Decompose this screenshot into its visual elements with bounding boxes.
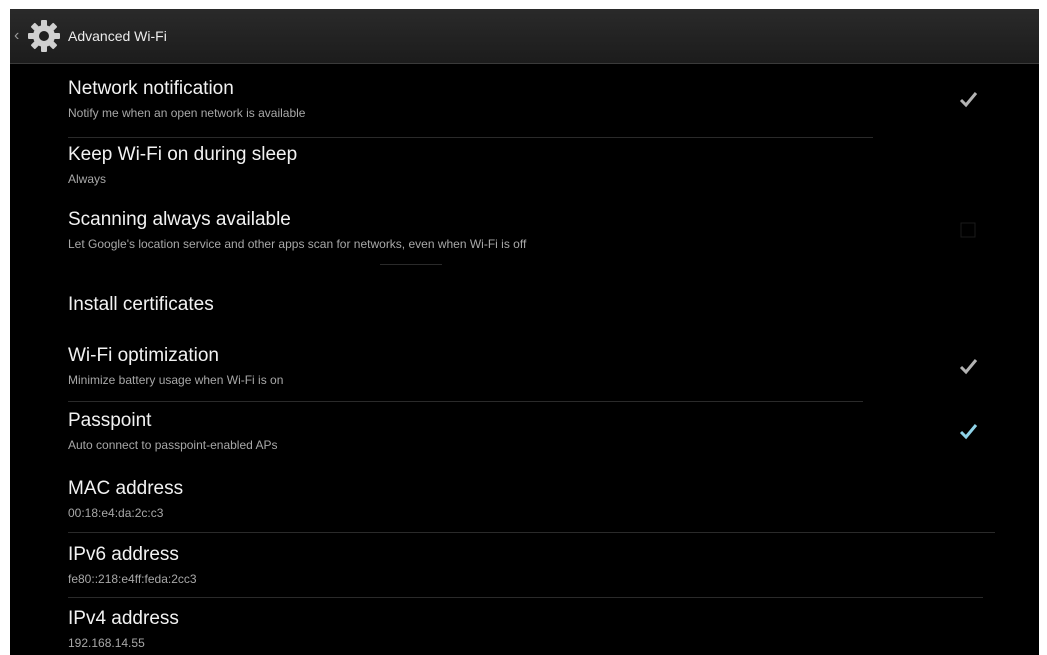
pref-scanning-always-available[interactable]: Scanning always available Let Google's l… bbox=[68, 205, 1039, 267]
pref-title: MAC address bbox=[68, 478, 184, 499]
divider bbox=[68, 597, 983, 598]
pref-ipv4-address: IPv4 address 192.168.14.55 bbox=[68, 604, 1039, 655]
pref-title: Passpoint bbox=[68, 410, 152, 431]
pref-summary: Always bbox=[68, 172, 107, 186]
pref-install-certificates[interactable]: Install certificates bbox=[68, 276, 1039, 338]
divider bbox=[68, 532, 995, 533]
pref-mac-address: MAC address 00:18:e4:da:2c:c3 bbox=[68, 474, 1039, 536]
pref-ipv6-address: IPv6 address fe80::218:e4ff:feda:2cc3 bbox=[68, 540, 1039, 602]
pref-title: Wi-Fi optimization bbox=[68, 345, 219, 366]
pref-summary: fe80::218:e4ff:feda:2cc3 bbox=[68, 572, 197, 586]
pref-network-notification[interactable]: Network notification Notify me when an o… bbox=[68, 74, 1039, 136]
divider bbox=[68, 401, 863, 402]
pref-summary: Minimize battery usage when Wi-Fi is on bbox=[68, 373, 284, 387]
pref-title: Keep Wi-Fi on during sleep bbox=[68, 144, 298, 165]
checkbox-checked-icon[interactable] bbox=[957, 420, 979, 442]
pref-keep-wifi-on[interactable]: Keep Wi-Fi on during sleep Always bbox=[68, 140, 1039, 202]
pref-summary: 00:18:e4:da:2c:c3 bbox=[68, 506, 164, 520]
pref-summary: 192.168.14.55 bbox=[68, 636, 145, 650]
pref-title: IPv6 address bbox=[68, 544, 179, 565]
settings-screen: ‹ Advanced Wi-Fi Network notification No… bbox=[10, 9, 1039, 655]
pref-title: Install certificates bbox=[68, 294, 214, 315]
pref-passpoint[interactable]: Passpoint Auto connect to passpoint-enab… bbox=[68, 406, 1039, 468]
pref-title: Network notification bbox=[68, 78, 234, 99]
divider bbox=[68, 137, 873, 138]
divider bbox=[380, 264, 442, 265]
checkbox-unchecked-icon[interactable] bbox=[957, 219, 979, 241]
pref-title: Scanning always available bbox=[68, 209, 291, 230]
gear-icon[interactable] bbox=[26, 18, 62, 54]
pref-title: IPv4 address bbox=[68, 608, 179, 629]
pref-wifi-optimization[interactable]: Wi-Fi optimization Minimize battery usag… bbox=[68, 341, 1039, 403]
page-title: Advanced Wi-Fi bbox=[68, 28, 167, 44]
action-bar: ‹ Advanced Wi-Fi bbox=[10, 9, 1039, 64]
pref-summary: Let Google's location service and other … bbox=[68, 237, 527, 251]
checkbox-checked-icon[interactable] bbox=[957, 88, 979, 110]
checkbox-checked-icon[interactable] bbox=[957, 355, 979, 377]
pref-summary: Auto connect to passpoint-enabled APs bbox=[68, 438, 278, 452]
pref-summary: Notify me when an open network is availa… bbox=[68, 106, 306, 120]
chevron-left-icon[interactable]: ‹ bbox=[14, 28, 24, 44]
